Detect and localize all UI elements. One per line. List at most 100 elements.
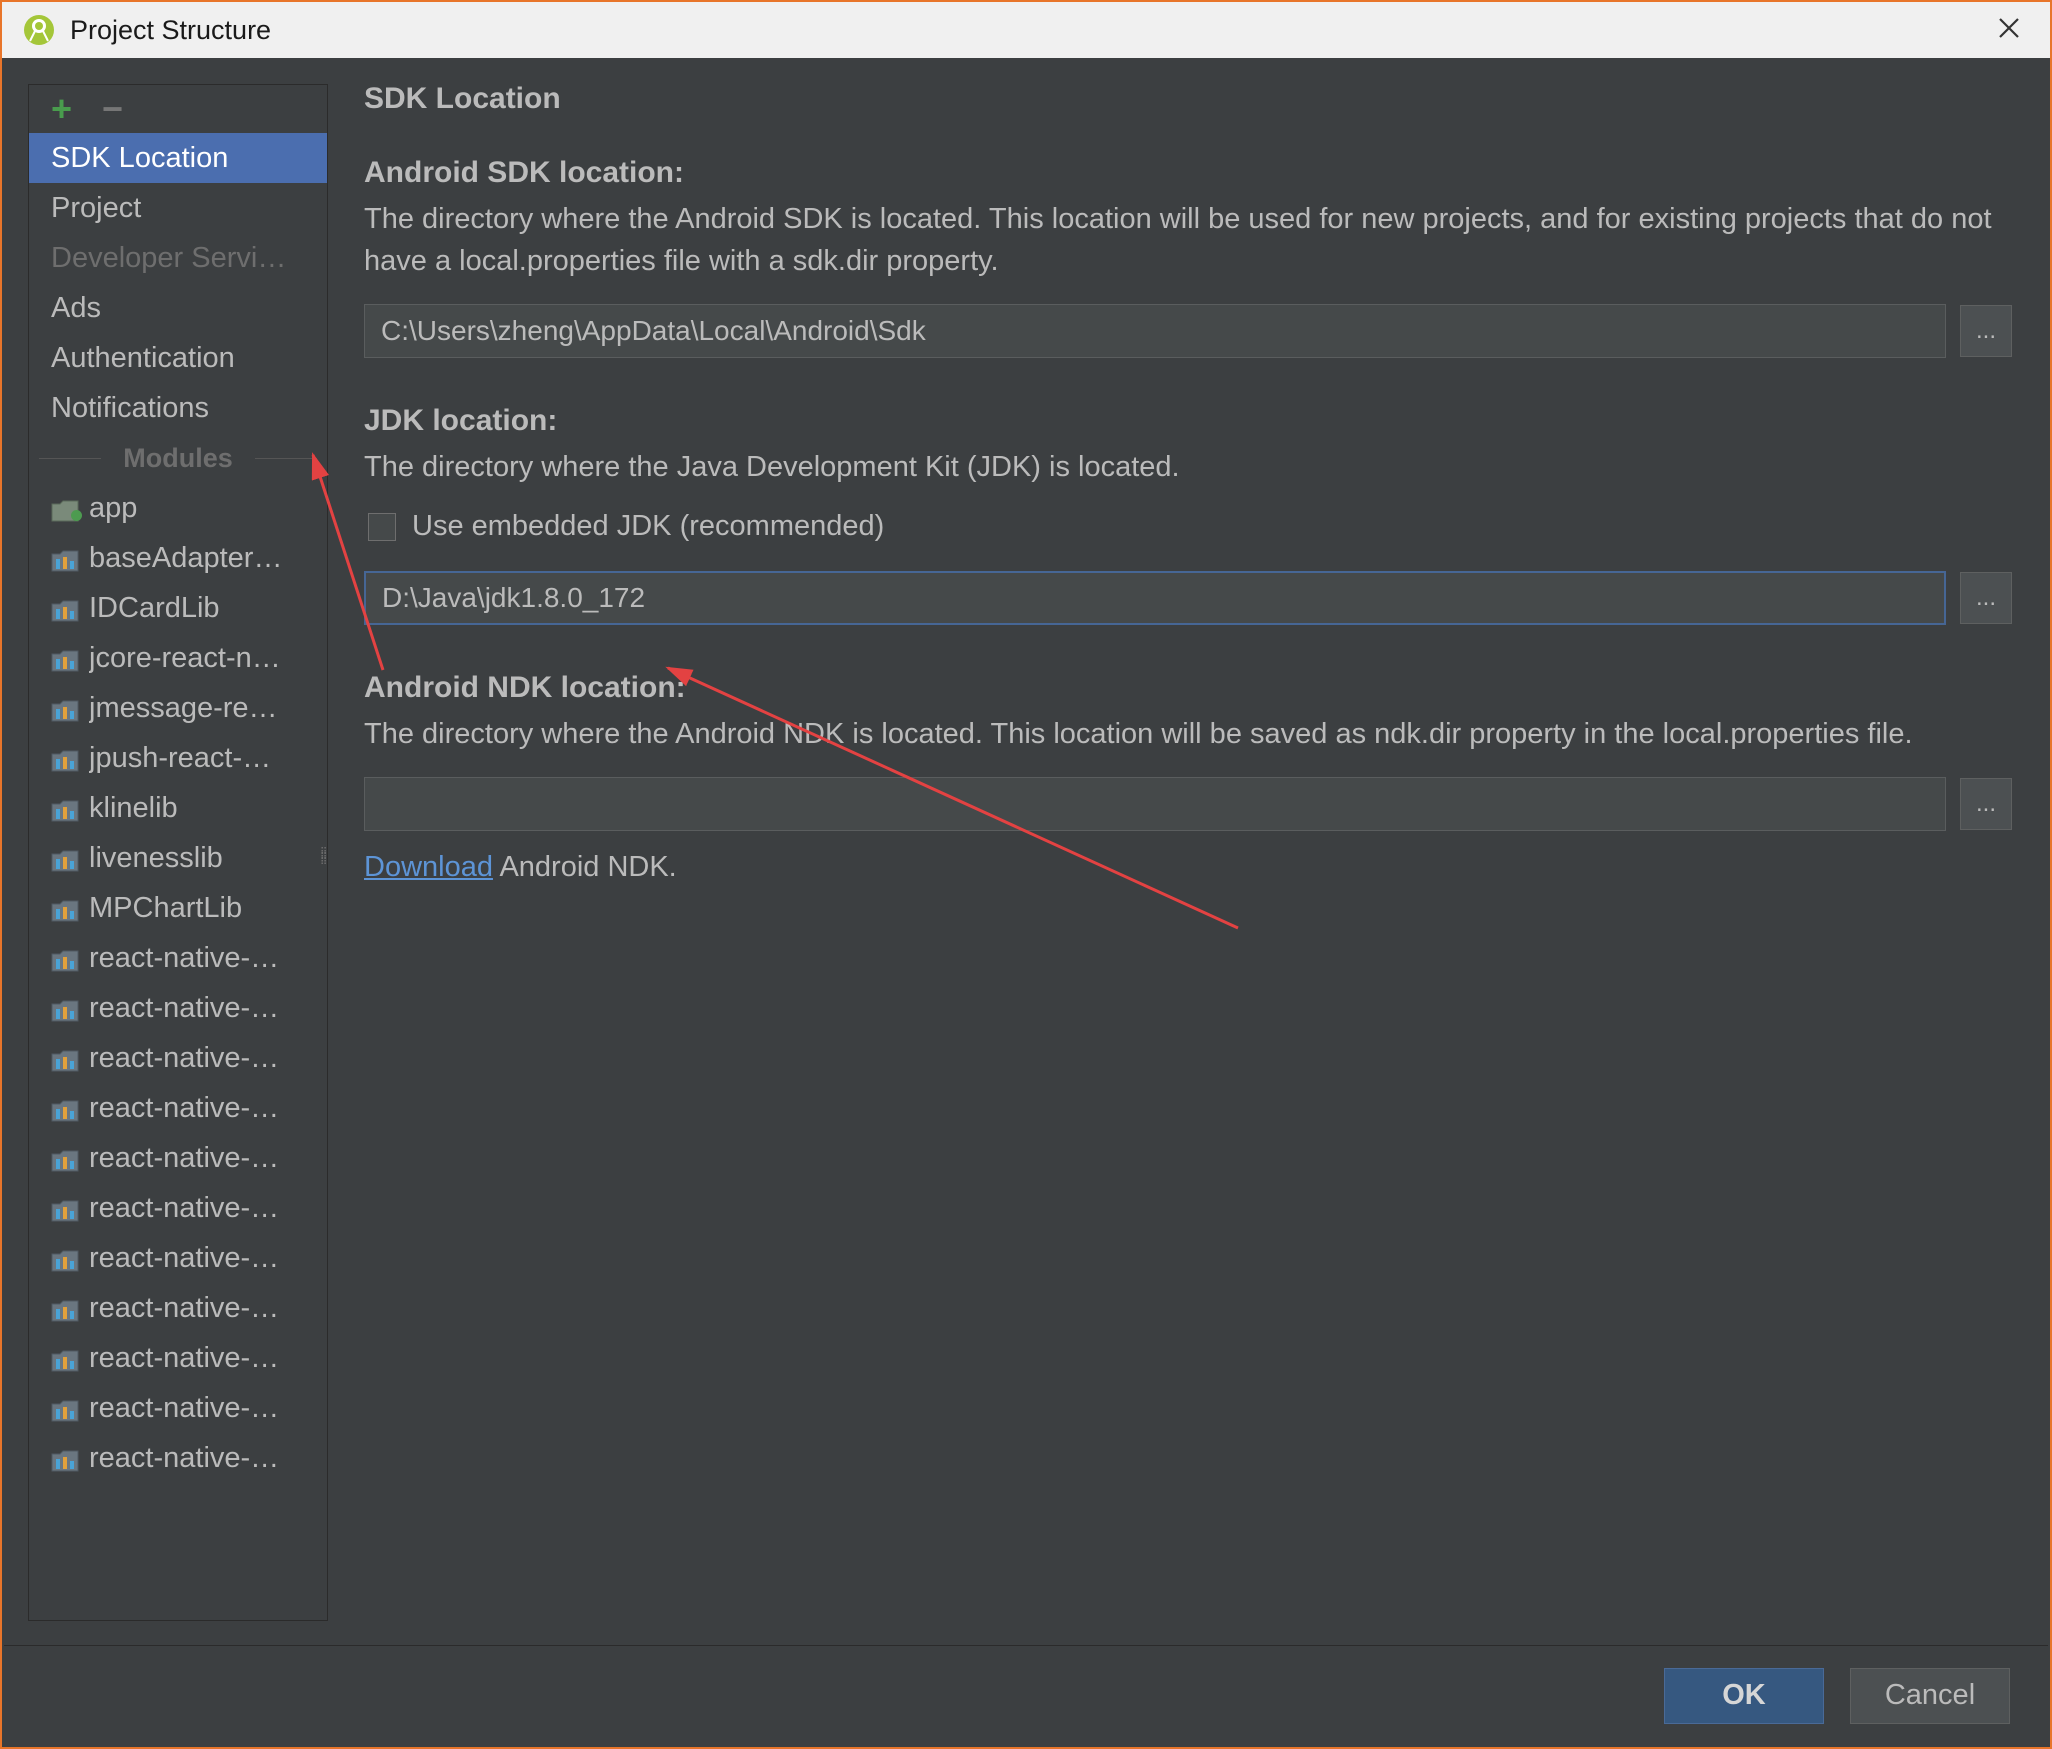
module-label: react-native-… bbox=[89, 992, 327, 1025]
download-ndk-rest: Android NDK. bbox=[493, 851, 677, 883]
sidebar: + − SDK Location Project Developer Servi… bbox=[28, 84, 328, 1621]
module-folder-icon bbox=[51, 1047, 79, 1069]
module-item[interactable]: IDCardLib bbox=[29, 583, 327, 633]
sdk-field-row: ... bbox=[364, 304, 2012, 358]
module-folder-icon bbox=[51, 947, 79, 969]
dialog-window: Project Structure + − SDK Location Proje… bbox=[0, 0, 2052, 1749]
resize-grip-icon[interactable]: ⠿⠿⠿ bbox=[320, 850, 327, 890]
module-item[interactable]: jpush-react-… bbox=[29, 733, 327, 783]
module-folder-icon bbox=[51, 597, 79, 619]
android-studio-icon bbox=[22, 13, 56, 47]
module-item[interactable]: react-native-… bbox=[29, 1183, 327, 1233]
ndk-browse-button[interactable]: ... bbox=[1960, 778, 2012, 830]
module-folder-icon bbox=[51, 1147, 79, 1169]
sdk-location-desc: The directory where the Android SDK is l… bbox=[364, 198, 2012, 282]
jdk-browse-button[interactable]: ... bbox=[1960, 572, 2012, 624]
module-label: jmessage-re… bbox=[89, 692, 327, 725]
sidebar-item-label: Ads bbox=[51, 292, 101, 325]
sdk-browse-button[interactable]: ... bbox=[1960, 305, 2012, 357]
ndk-field-row: ... bbox=[364, 777, 2012, 831]
module-label: react-native-… bbox=[89, 942, 327, 975]
ndk-location-input[interactable] bbox=[364, 777, 1946, 831]
jdk-checkbox-row: Use embedded JDK (recommended) bbox=[364, 510, 2012, 543]
module-item[interactable]: jmessage-re… bbox=[29, 683, 327, 733]
module-folder-icon bbox=[51, 797, 79, 819]
sidebar-toolbar: + − bbox=[29, 85, 327, 133]
add-icon[interactable]: + bbox=[51, 91, 72, 127]
module-item[interactable]: react-native-… bbox=[29, 933, 327, 983]
close-icon[interactable] bbox=[1988, 11, 2030, 50]
ndk-download-line: Download Android NDK. bbox=[364, 851, 2012, 884]
module-folder-icon bbox=[51, 997, 79, 1019]
window-title: Project Structure bbox=[70, 15, 271, 46]
module-item[interactable]: baseAdapter… bbox=[29, 533, 327, 583]
module-folder-icon bbox=[51, 1247, 79, 1269]
sidebar-item-label: Authentication bbox=[51, 342, 235, 375]
ok-button[interactable]: OK bbox=[1664, 1668, 1824, 1724]
sidebar-item-notifications[interactable]: Notifications bbox=[29, 383, 327, 433]
content-area: ⠿⠿⠿ SDK Location Android SDK location: T… bbox=[328, 60, 2048, 1645]
module-item[interactable]: react-native-… bbox=[29, 1433, 327, 1483]
module-label: react-native-… bbox=[89, 1242, 327, 1275]
module-folder-icon bbox=[51, 647, 79, 669]
sdk-location-input[interactable] bbox=[364, 304, 1946, 358]
jdk-location-input[interactable] bbox=[364, 571, 1946, 625]
module-label: MPChartLib bbox=[89, 892, 327, 925]
module-item[interactable]: react-native-… bbox=[29, 1333, 327, 1383]
sidebar-item-authentication[interactable]: Authentication bbox=[29, 333, 327, 383]
module-item[interactable]: react-native-… bbox=[29, 1083, 327, 1133]
app-module-icon bbox=[51, 497, 79, 519]
sidebar-item-label: Project bbox=[51, 192, 141, 225]
module-item[interactable]: react-native-… bbox=[29, 983, 327, 1033]
module-item[interactable]: react-native-… bbox=[29, 1383, 327, 1433]
module-label: app bbox=[89, 492, 327, 525]
sidebar-modules-header: Modules bbox=[29, 433, 327, 483]
sidebar-item-label: Developer Servi… bbox=[51, 242, 286, 275]
sidebar-item-label: Notifications bbox=[51, 392, 209, 425]
cancel-button[interactable]: Cancel bbox=[1850, 1668, 2010, 1724]
use-embedded-jdk-label: Use embedded JDK (recommended) bbox=[412, 510, 884, 543]
sidebar-item-sdk-location[interactable]: SDK Location bbox=[29, 133, 327, 183]
module-label: IDCardLib bbox=[89, 592, 327, 625]
module-label: livenesslib bbox=[89, 842, 327, 875]
page-title: SDK Location bbox=[364, 82, 2012, 116]
module-item[interactable]: react-native-… bbox=[29, 1233, 327, 1283]
module-item[interactable]: jcore-react-n… bbox=[29, 633, 327, 683]
module-folder-icon bbox=[51, 747, 79, 769]
module-label: react-native-… bbox=[89, 1292, 327, 1325]
module-item[interactable]: react-native-… bbox=[29, 1133, 327, 1183]
use-embedded-jdk-checkbox[interactable] bbox=[368, 513, 396, 541]
module-folder-icon bbox=[51, 697, 79, 719]
remove-icon: − bbox=[102, 91, 123, 127]
module-item[interactable]: klinelib bbox=[29, 783, 327, 833]
jdk-location-label: JDK location: bbox=[364, 404, 2012, 438]
title-bar: Project Structure bbox=[2, 2, 2050, 58]
module-item[interactable]: livenesslib bbox=[29, 833, 327, 883]
module-folder-icon bbox=[51, 897, 79, 919]
module-item[interactable]: app bbox=[29, 483, 327, 533]
module-label: react-native-… bbox=[89, 1142, 327, 1175]
module-item[interactable]: react-native-… bbox=[29, 1283, 327, 1333]
module-label: react-native-… bbox=[89, 1442, 327, 1475]
module-folder-icon bbox=[51, 547, 79, 569]
dialog-footer: OK Cancel bbox=[4, 1645, 2048, 1745]
sidebar-item-label: SDK Location bbox=[51, 142, 228, 175]
module-item[interactable]: react-native-… bbox=[29, 1033, 327, 1083]
module-label: baseAdapter… bbox=[89, 542, 327, 575]
module-folder-icon bbox=[51, 1097, 79, 1119]
module-folder-icon bbox=[51, 1447, 79, 1469]
jdk-field-row: ... bbox=[364, 571, 2012, 625]
sidebar-item-ads[interactable]: Ads bbox=[29, 283, 327, 333]
download-ndk-link[interactable]: Download bbox=[364, 851, 493, 883]
module-label: react-native-… bbox=[89, 1192, 327, 1225]
sidebar-item-developer-services[interactable]: Developer Servi… bbox=[29, 233, 327, 283]
ndk-location-label: Android NDK location: bbox=[364, 671, 2012, 705]
sdk-location-label: Android SDK location: bbox=[364, 156, 2012, 190]
module-label: react-native-… bbox=[89, 1392, 327, 1425]
sidebar-list: SDK Location Project Developer Servi… Ad… bbox=[29, 133, 327, 1620]
sidebar-item-project[interactable]: Project bbox=[29, 183, 327, 233]
ndk-location-desc: The directory where the Android NDK is l… bbox=[364, 713, 2012, 755]
module-item[interactable]: MPChartLib bbox=[29, 883, 327, 933]
module-folder-icon bbox=[51, 1347, 79, 1369]
main-body: + − SDK Location Project Developer Servi… bbox=[4, 60, 2048, 1645]
